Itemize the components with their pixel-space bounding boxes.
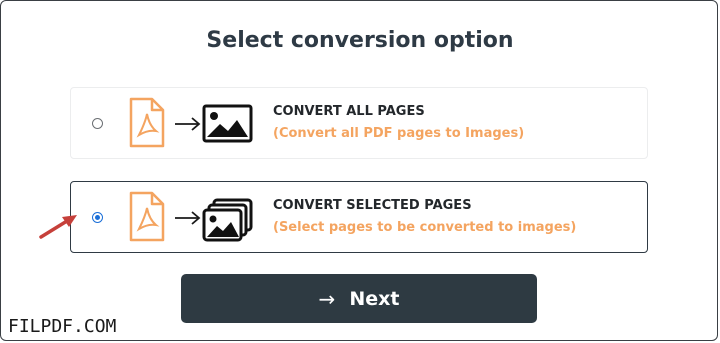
- arrow-right-icon: [174, 210, 202, 230]
- option-convert-selected-pages[interactable]: CONVERT SELECTED PAGES (Select pages to …: [70, 181, 648, 253]
- next-button-label: Next: [349, 287, 400, 310]
- radio-convert-selected-pages[interactable]: [92, 212, 103, 223]
- arrow-right-icon: →: [318, 286, 336, 311]
- dialog-title: Select conversion option: [206, 28, 514, 53]
- watermark: FILPDF.COM: [8, 316, 117, 337]
- next-button[interactable]: → Next: [181, 274, 537, 323]
- pdf-document-icon: [128, 97, 166, 153]
- pdf-document-icon: [128, 191, 166, 247]
- pointer-arrow-icon: [38, 211, 80, 245]
- option-description: (Select pages to be converted to images): [273, 220, 577, 235]
- image-icon: [202, 104, 254, 148]
- option-convert-all-pages[interactable]: CONVERT ALL PAGES (Convert all PDF pages…: [70, 87, 648, 159]
- option-heading: CONVERT ALL PAGES: [273, 104, 425, 119]
- radio-convert-all-pages[interactable]: [92, 118, 103, 129]
- multiple-images-icon: [202, 198, 254, 250]
- arrow-right-icon: [174, 116, 202, 136]
- option-heading: CONVERT SELECTED PAGES: [273, 198, 472, 213]
- option-description: (Convert all PDF pages to Images): [273, 126, 525, 141]
